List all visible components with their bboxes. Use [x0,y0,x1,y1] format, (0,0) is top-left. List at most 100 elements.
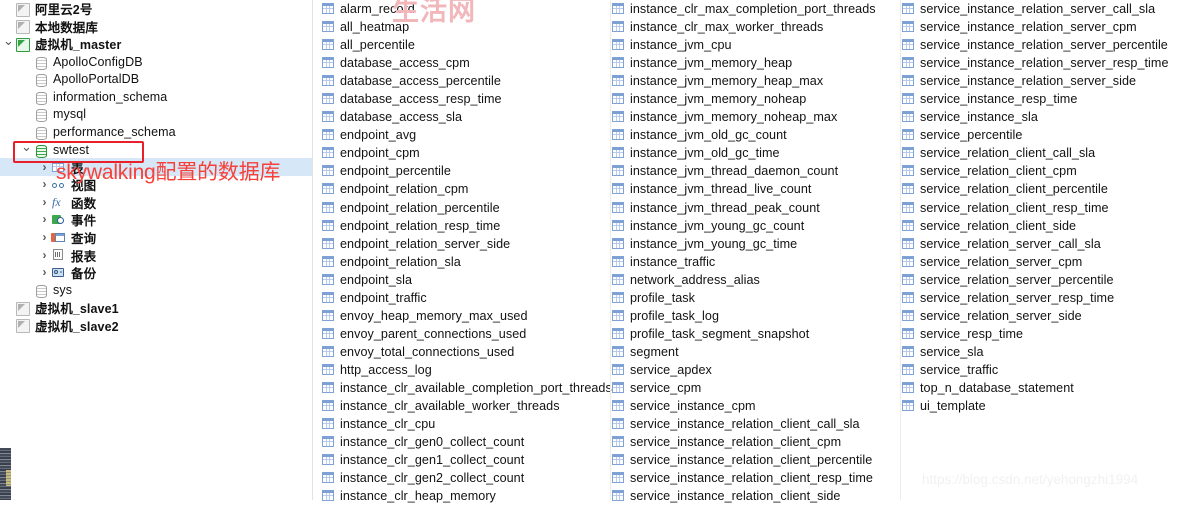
table-list-item[interactable]: endpoint_relation_resp_time [319,217,611,235]
table-list-item[interactable]: instance_clr_gen1_collect_count [319,451,611,469]
table-list-item[interactable]: service_relation_client_resp_time [899,199,1179,217]
table-list-item[interactable]: service_relation_client_percentile [899,180,1179,198]
tree-item-connection[interactable]: 本地数据库 [0,18,313,36]
table-list-item[interactable]: instance_jvm_memory_noheap [609,90,901,108]
table-column-2[interactable]: instance_clr_max_completion_port_threads… [609,0,901,505]
table-list-item[interactable]: service_relation_server_side [899,307,1179,325]
table-list-item[interactable]: instance_clr_cpu [319,415,611,433]
table-list-item[interactable]: profile_task [609,289,901,307]
table-list-item[interactable]: instance_jvm_thread_daemon_count [609,162,901,180]
tree-item-database[interactable]: swtest [0,141,313,159]
table-list-item[interactable]: endpoint_sla [319,271,611,289]
tree-item-functions[interactable]: 函数 [0,194,313,212]
table-list-item[interactable]: instance_jvm_memory_heap [609,54,901,72]
table-list-item[interactable]: instance_jvm_memory_noheap_max [609,108,901,126]
table-list-item[interactable]: instance_clr_gen0_collect_count [319,433,611,451]
tree-item-database[interactable]: performance_schema [0,123,313,141]
table-list-item[interactable]: instance_jvm_cpu [609,36,901,54]
table-list-item[interactable]: service_instance_relation_client_percent… [609,451,901,469]
chevron-right-icon[interactable] [38,161,51,174]
chevron-down-icon[interactable] [2,37,15,51]
table-list-item[interactable]: service_sla [899,343,1179,361]
table-list-item[interactable]: service_instance_sla [899,108,1179,126]
table-list-item[interactable]: database_access_percentile [319,72,611,90]
table-list-item[interactable]: instance_jvm_thread_live_count [609,180,901,198]
table-list-item[interactable]: profile_task_log [609,307,901,325]
table-list-item[interactable]: service_instance_relation_client_cpm [609,433,901,451]
table-list-item[interactable]: envoy_parent_connections_used [319,325,611,343]
table-list-item[interactable]: network_address_alias [609,271,901,289]
table-list-item[interactable]: ui_template [899,397,1179,415]
table-list-item[interactable]: service_relation_server_call_sla [899,235,1179,253]
table-list-item[interactable]: instance_jvm_old_gc_count [609,126,901,144]
table-list-item[interactable]: database_access_sla [319,108,611,126]
tree-item-connection[interactable]: 虚拟机_master [0,35,313,53]
tree-item-connection[interactable]: 虚拟机_slave2 [0,317,313,335]
connection-tree-panel[interactable]: 阿里云2号本地数据库虚拟机_masterApolloConfigDB Apollo… [0,0,313,500]
table-list-item[interactable]: service_relation_server_cpm [899,253,1179,271]
tree-item-database[interactable]: mysql [0,106,313,124]
chevron-right-icon[interactable] [38,249,51,262]
table-list-item[interactable]: instance_jvm_young_gc_count [609,217,901,235]
chevron-right-icon[interactable] [38,178,51,191]
tree-item-views[interactable]: 视图 [0,176,313,194]
table-list-item[interactable]: service_relation_server_resp_time [899,289,1179,307]
table-list-item[interactable]: service_instance_relation_server_resp_ti… [899,54,1179,72]
table-list-item[interactable]: service_instance_relation_client_call_sl… [609,415,901,433]
table-list-item[interactable]: envoy_total_connections_used [319,343,611,361]
table-list-item[interactable]: database_access_cpm [319,54,611,72]
table-list-item[interactable]: service_instance_relation_client_side [609,487,901,505]
tree-item-tables[interactable]: 表 [0,158,313,176]
table-list-item[interactable]: service_instance_cpm [609,397,901,415]
table-list-item[interactable]: instance_clr_max_completion_port_threads [609,0,901,18]
table-list-item[interactable]: endpoint_traffic [319,289,611,307]
table-list-item[interactable]: all_heatmap [319,18,611,36]
chevron-right-icon[interactable] [38,196,51,209]
table-list-item[interactable]: endpoint_relation_server_side [319,235,611,253]
table-list-item[interactable]: service_relation_client_cpm [899,162,1179,180]
table-list-item[interactable]: service_relation_server_percentile [899,271,1179,289]
table-list-item[interactable]: instance_clr_heap_memory [319,487,611,505]
table-list-item[interactable]: service_instance_relation_server_side [899,72,1179,90]
table-list-item[interactable]: endpoint_cpm [319,144,611,162]
table-list-item[interactable]: endpoint_relation_sla [319,253,611,271]
table-list-item[interactable]: instance_clr_available_completion_port_t… [319,379,612,397]
table-list-item[interactable]: segment [609,343,901,361]
chevron-right-icon[interactable] [38,213,51,226]
table-list-item[interactable]: endpoint_avg [319,126,611,144]
table-list-item[interactable]: instance_jvm_thread_peak_count [609,199,901,217]
table-list-item[interactable]: service_percentile [899,126,1179,144]
table-list-item[interactable]: service_apdex [609,361,901,379]
table-list-item[interactable]: instance_clr_available_worker_threads [319,397,611,415]
table-list-item[interactable]: instance_jvm_young_gc_time [609,235,901,253]
table-list-item[interactable]: instance_clr_max_worker_threads [609,18,901,36]
table-list-item[interactable]: envoy_heap_memory_max_used [319,307,611,325]
table-list-item[interactable]: all_percentile [319,36,611,54]
table-list-item[interactable]: service_traffic [899,361,1179,379]
tree-item-connection[interactable]: 阿里云2号 [0,0,313,18]
tree-item-backup[interactable]: 备份 [0,264,313,282]
table-list-item[interactable]: service_instance_resp_time [899,90,1179,108]
tree-item-report[interactable]: 报表 [0,246,313,264]
table-list-item[interactable]: database_access_resp_time [319,90,611,108]
chevron-right-icon[interactable] [38,266,51,279]
table-list-item[interactable]: instance_clr_gen2_collect_count [319,469,611,487]
chevron-down-icon[interactable] [20,143,33,157]
table-list-item[interactable]: service_instance_relation_server_percent… [899,36,1179,54]
chevron-right-icon[interactable] [38,231,51,244]
tree-item-database[interactable]: ApolloConfigDB [0,53,313,71]
table-list-item[interactable]: service_instance_relation_client_resp_ti… [609,469,901,487]
table-column-1[interactable]: alarm_record all_heatmap all_percentile dat… [319,0,612,505]
tree-item-database[interactable]: information_schema [0,88,313,106]
table-list-item[interactable]: instance_traffic [609,253,901,271]
table-list-item[interactable]: service_relation_client_side [899,217,1179,235]
table-list-item[interactable]: profile_task_segment_snapshot [609,325,901,343]
tree-item-database[interactable]: sys [0,282,313,300]
tree-item-connection[interactable]: 虚拟机_slave1 [0,299,313,317]
table-list-item[interactable]: service_instance_relation_server_cpm [899,18,1179,36]
table-list-item[interactable]: service_relation_client_call_sla [899,144,1179,162]
table-list-area[interactable]: alarm_record all_heatmap all_percentile dat… [313,0,1179,503]
table-column-3[interactable]: service_instance_relation_server_call_sl… [899,0,1179,415]
table-list-item[interactable]: endpoint_relation_cpm [319,180,611,198]
table-list-item[interactable]: http_access_log [319,361,611,379]
